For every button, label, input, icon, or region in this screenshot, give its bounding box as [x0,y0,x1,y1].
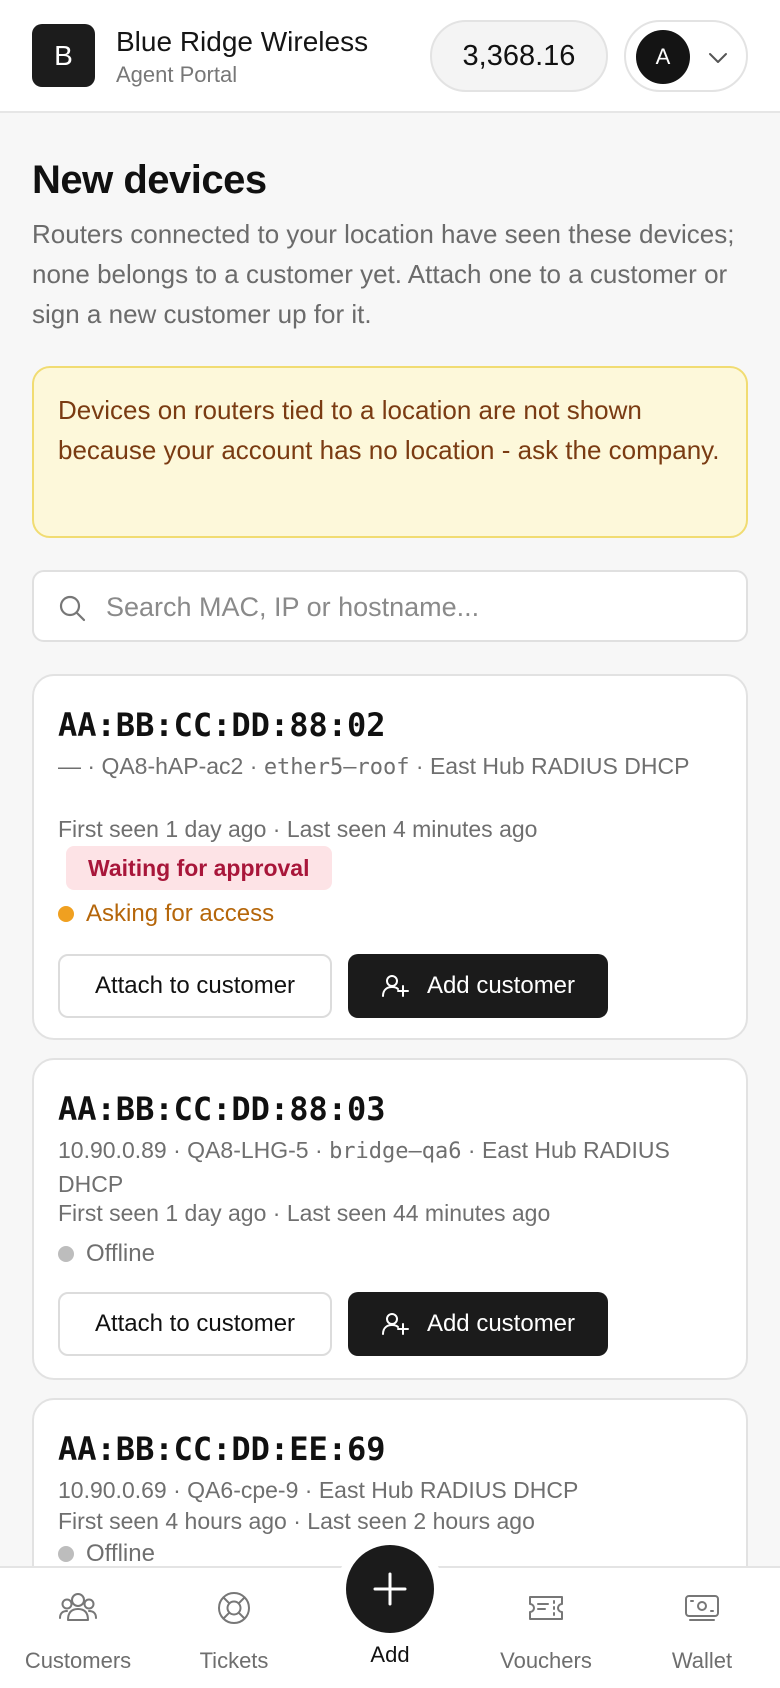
device-status: Offline [58,1240,155,1268]
add-customer-label: Add customer [426,1310,576,1337]
device-mac: AA:BB:CC:DD:88:03 [58,1090,386,1128]
device-ip: — [58,753,81,779]
add-customer-button[interactable]: Add customer [348,1292,608,1356]
meta-separator: · [166,1477,188,1503]
device-dhcp: East Hub RADIUS DHCP [429,753,690,779]
nav-wallet-label: Wallet [671,1648,733,1673]
account-menu-button[interactable]: A [624,20,748,92]
brand-logo[interactable]: B [32,24,95,87]
device-status: Offline [58,1540,155,1568]
page-description: Routers connected to your location have … [32,219,735,329]
nav-tickets-label: Tickets [199,1648,269,1673]
lifebuoy-icon [218,1592,250,1624]
plus-icon [373,1572,407,1606]
meta-separator: · [166,1137,188,1163]
ticket-icon [529,1596,563,1620]
wallet-balance[interactable]: 3,368.16 [430,20,608,92]
search-icon [59,595,86,622]
nav-customers[interactable]: Customers [0,1568,156,1688]
nav-customers-label: Customers [24,1648,132,1673]
attach-to-customer-button[interactable]: Attach to customer [58,954,332,1018]
meta-separator: · [308,1137,330,1163]
meta-separator: · [243,753,264,779]
device-meta: 10.90.0.69 · QA6-cpe-9 · East Hub RADIUS… [58,1474,728,1506]
status-label: Offline [86,1540,155,1567]
device-interface: bridge—qa6 [329,1139,462,1164]
search-input[interactable] [106,584,726,630]
device-mac: AA:BB:CC:DD:88:02 [58,706,386,744]
nav-tickets[interactable]: Tickets [156,1568,312,1688]
banknote-icon [685,1595,719,1621]
device-seen-times: First seen 1 day ago · Last seen 4 minut… [58,816,538,842]
user-plus-icon [381,972,409,1000]
status-dot [58,1546,74,1562]
nav-add-label: Add [370,1642,410,1667]
user-plus-icon [381,1310,409,1338]
device-meta: — · QA8-hAP-ac2 · ether5—roof · East Hub… [58,750,728,784]
device-seen-times: First seen 1 day ago · Last seen 44 minu… [58,1200,551,1226]
status-badge: Waiting for approval [66,846,332,890]
device-meta: 10.90.0.89 · QA8-LHG-5 · bridge—qa6 · Ea… [58,1134,728,1200]
no-location-notice: Devices on routers tied to a location ar… [32,366,748,538]
nav-add-button[interactable] [346,1545,434,1633]
meta-separator: · [461,1137,482,1163]
device-search [32,570,748,642]
status-label: Offline [86,1240,155,1267]
status-dot [58,1246,74,1262]
device-status: Asking for access [58,900,274,928]
add-customer-button[interactable]: Add customer [348,954,608,1018]
users-icon [59,1593,97,1621]
status-label: Asking for access [86,900,275,927]
device-router: QA8-LHG-5 [187,1137,309,1163]
device-seen-times: First seen 4 hours ago · Last seen 2 hou… [58,1508,535,1534]
status-dot [58,906,74,922]
device-card: AA:BB:CC:DD:88:02 — · QA8-hAP-ac2 · ethe… [32,674,748,1040]
nav-vouchers-label: Vouchers [500,1648,592,1673]
top-header: B Blue Ridge Wireless Agent Portal 3,368… [0,0,780,113]
device-card: AA:BB:CC:DD:88:03 10.90.0.89 · QA8-LHG-5… [32,1058,748,1380]
device-router: QA6-cpe-9 [187,1477,299,1503]
nav-wallet[interactable]: Wallet [624,1568,780,1688]
avatar: A [636,30,690,84]
nav-vouchers[interactable]: Vouchers [468,1568,624,1688]
meta-separator: · [409,753,430,779]
brand-subtitle: Agent Portal [116,62,238,87]
attach-to-customer-button[interactable]: Attach to customer [58,1292,332,1356]
device-interface: ether5—roof [263,755,410,780]
device-ip: 10.90.0.89 [58,1137,167,1163]
add-customer-label: Add customer [426,972,576,999]
device-dhcp: East Hub RADIUS DHCP [318,1477,579,1503]
device-mac: AA:BB:CC:DD:EE:69 [58,1430,386,1468]
chevron-down-icon [709,53,727,63]
meta-separator: · [298,1477,319,1503]
page-title: New devices [32,158,267,202]
device-router: QA8-hAP-ac2 [101,753,244,779]
meta-separator: · [81,753,102,779]
brand-name: Blue Ridge Wireless [116,26,369,57]
device-ip: 10.90.0.69 [58,1477,167,1503]
